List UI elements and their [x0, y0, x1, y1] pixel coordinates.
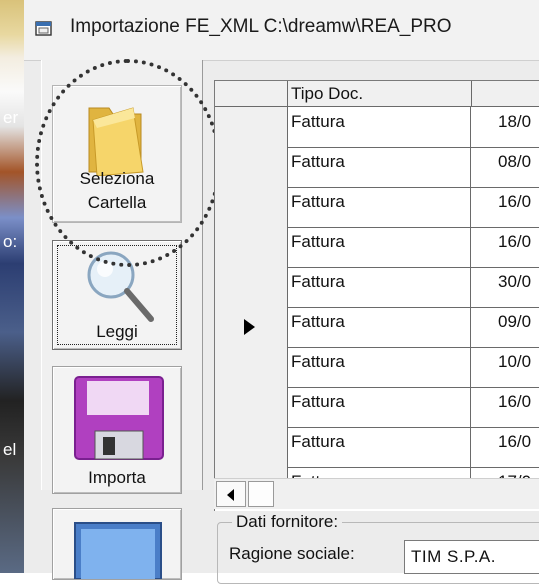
- read-label: Leggi: [96, 322, 138, 341]
- table-row[interactable]: Fattura 30/0: [215, 267, 539, 308]
- desktop-text-fragment: o:: [3, 232, 18, 251]
- grid-header-rowselector: [215, 81, 288, 106]
- row-selector[interactable]: [215, 307, 288, 347]
- row-selector[interactable]: [215, 387, 288, 427]
- table-row[interactable]: Fattura 16/0: [215, 187, 539, 228]
- row-selector[interactable]: [215, 347, 288, 387]
- table-row[interactable]: Fattura 16/0: [215, 427, 539, 468]
- row-selector[interactable]: [215, 147, 288, 187]
- table-row[interactable]: Fattura 10/0: [215, 347, 539, 388]
- current-row-arrow-icon: [244, 319, 255, 335]
- cell-data[interactable]: 16/0: [472, 427, 539, 467]
- horizontal-scrollbar[interactable]: [214, 478, 539, 509]
- desktop-background: er o: el: [0, 0, 24, 573]
- cell-data[interactable]: 16/0: [472, 227, 539, 267]
- toolbar-button-partial[interactable]: [52, 508, 182, 580]
- grid-header: Tipo Doc.: [215, 81, 539, 107]
- monitor-icon: [74, 522, 162, 579]
- supplier-groupbox-legend: Dati fornitore:: [232, 512, 343, 532]
- table-row[interactable]: Fattura 08/0: [215, 147, 539, 188]
- import-button[interactable]: Importa: [52, 366, 182, 494]
- import-label: Importa: [88, 468, 146, 487]
- company-name-field[interactable]: TIM S.P.A.: [404, 540, 539, 574]
- grid-header-tipo-doc[interactable]: Tipo Doc.: [288, 81, 472, 106]
- cell-tipo-doc[interactable]: Fattura: [288, 267, 471, 307]
- scroll-thumb[interactable]: [248, 481, 274, 507]
- cell-tipo-doc[interactable]: Fattura: [288, 307, 471, 347]
- row-selector[interactable]: [215, 107, 288, 147]
- desktop-text-fragment: el: [3, 440, 17, 459]
- row-selector[interactable]: [215, 267, 288, 307]
- table-row[interactable]: Fattura 16/0: [215, 387, 539, 428]
- cell-tipo-doc[interactable]: Fattura: [288, 227, 471, 267]
- cell-tipo-doc[interactable]: Fattura: [288, 147, 471, 187]
- table-row[interactable]: Fattura 16/0: [215, 227, 539, 268]
- grid-header-data[interactable]: [472, 81, 539, 106]
- company-name-label: Ragione sociale:: [229, 544, 355, 563]
- cell-tipo-doc[interactable]: Fattura: [288, 107, 471, 147]
- cell-data[interactable]: 09/0: [472, 307, 539, 347]
- desktop-text-fragment: er: [3, 108, 19, 127]
- annotation-circle: [35, 59, 221, 267]
- cell-data[interactable]: 16/0: [472, 187, 539, 227]
- cell-data[interactable]: 16/0: [472, 387, 539, 427]
- cell-tipo-doc[interactable]: Fattura: [288, 187, 471, 227]
- cell-tipo-doc[interactable]: Fattura: [288, 387, 471, 427]
- cell-data[interactable]: 18/0: [472, 107, 539, 147]
- table-row[interactable]: Fattura 18/0: [215, 107, 539, 148]
- window-title: Importazione FE_XML C:\dreamw\REA_PRO: [70, 16, 452, 37]
- cell-data[interactable]: 10/0: [472, 347, 539, 387]
- floppy-disk-icon: [74, 376, 164, 460]
- arrow-left-icon: [227, 489, 234, 501]
- row-selector[interactable]: [215, 187, 288, 227]
- import-window: Importazione FE_XML C:\dreamw\REA_PRO Se…: [24, 0, 539, 584]
- row-selector[interactable]: [215, 427, 288, 467]
- table-row[interactable]: Fattura 09/0: [215, 307, 539, 348]
- row-selector[interactable]: [215, 227, 288, 267]
- cell-tipo-doc[interactable]: Fattura: [288, 347, 471, 387]
- cell-tipo-doc[interactable]: Fattura: [288, 427, 471, 467]
- cell-data[interactable]: 30/0: [472, 267, 539, 307]
- cell-data[interactable]: 08/0: [472, 147, 539, 187]
- app-window-icon: [35, 21, 52, 36]
- window-titlebar[interactable]: Importazione FE_XML C:\dreamw\REA_PRO: [24, 0, 539, 61]
- scroll-left-button[interactable]: [216, 481, 246, 507]
- documents-grid[interactable]: Tipo Doc. Fattura 18/0 Fattura 08/0 Fattura 1…: [214, 80, 539, 511]
